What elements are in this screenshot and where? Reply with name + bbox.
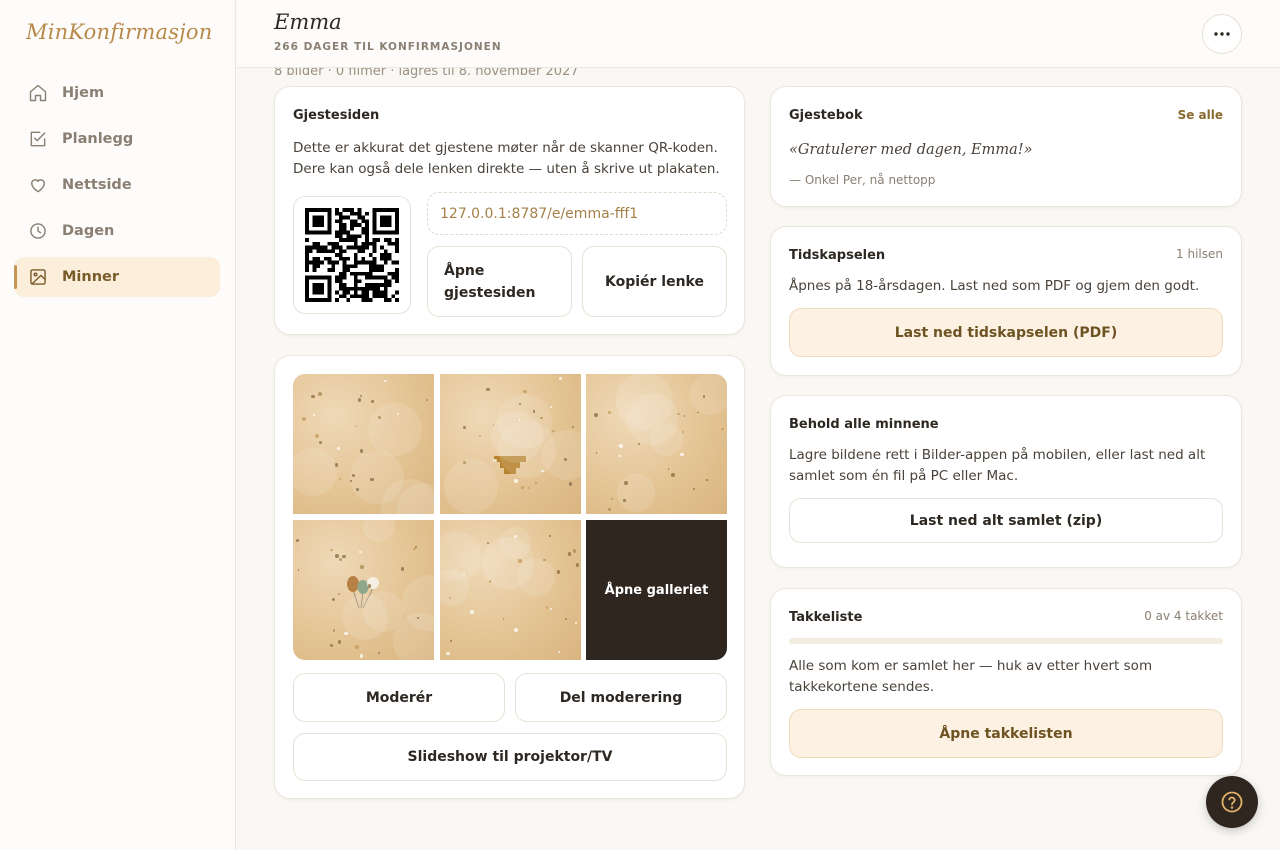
time-capsule-description: Åpnes på 18-årsdagen. Last ned som PDF o… — [789, 278, 1200, 294]
help-button[interactable] — [1206, 776, 1258, 828]
more-horizontal-icon — [1214, 32, 1230, 36]
gallery-thumbnail[interactable] — [293, 374, 434, 514]
gallery-card: Åpne galleriet Moderér Del moderering Sl… — [274, 355, 745, 799]
open-thanks-list-button[interactable]: Åpne takkelisten — [789, 709, 1223, 758]
heart-icon — [31, 179, 45, 193]
download-time-capsule-button[interactable]: Last ned tidskapselen (PDF) — [789, 308, 1223, 357]
download-zip-button[interactable]: Last ned alt samlet (zip) — [789, 498, 1223, 543]
gallery-thumbnail[interactable] — [440, 520, 581, 660]
guestbook-card: Gjestebok Se alle «Gratulerer med dagen,… — [770, 86, 1242, 207]
thanks-count: 0 av 4 takket — [1144, 609, 1223, 623]
thanks-list-card: Takkeliste 0 av 4 takket Alle som kom er… — [770, 588, 1242, 776]
card-title: Tidskapselen — [789, 248, 886, 263]
thanks-list-description: Alle som kom er samlet her — huk av ette… — [789, 658, 1153, 695]
sidebar-item-dagen[interactable]: Dagen — [14, 211, 220, 251]
greeting-count: 1 hilsen — [1176, 247, 1223, 261]
thanks-progress-bar — [789, 638, 1223, 644]
app-logo[interactable]: MinKonfirmasjon — [26, 20, 212, 44]
gallery-thumbnail[interactable] — [293, 520, 434, 660]
guest-page-card: Gjestesiden Dette er akkurat det gjesten… — [274, 86, 745, 335]
qr-code[interactable] — [293, 196, 411, 314]
gallery-thumbnail[interactable] — [586, 374, 727, 514]
qr-code-icon — [305, 208, 399, 302]
open-guest-page-button[interactable]: Åpne gjestesiden — [427, 246, 572, 317]
card-title: Gjestebok — [789, 108, 863, 123]
slideshow-button[interactable]: Slideshow til projektor/TV — [293, 733, 727, 781]
sidebar-item-nettside[interactable]: Nettside — [14, 165, 220, 205]
card-title: Behold alle minnene — [789, 417, 939, 432]
sidebar-item-hjem[interactable]: Hjem — [14, 73, 220, 113]
sidebar: MinKonfirmasjon Hjem Planlegg Nettside D… — [0, 0, 236, 850]
keep-memories-card: Behold alle minnene Lagre bildene rett i… — [770, 395, 1242, 568]
guestbook-quote: «Gratulerer med dagen, Emma!» — [789, 142, 1033, 158]
moderate-button[interactable]: Moderér — [293, 673, 505, 722]
more-options-button[interactable] — [1202, 14, 1242, 54]
help-circle-icon — [1221, 791, 1243, 813]
home-icon — [29, 84, 47, 102]
keep-memories-description: Lagre bildene rett i Bilder-appen på mob… — [789, 447, 1206, 484]
gallery-thumbnail[interactable] — [440, 374, 581, 514]
guest-page-description: Dette er akkurat det gjestene møter når … — [293, 140, 720, 177]
sidebar-item-label: Nettside — [62, 177, 132, 193]
page-header: Emma 266 DAGER TIL KONFIRMASJONEN — [237, 0, 1280, 68]
open-gallery-button[interactable]: Åpne galleriet — [586, 520, 727, 660]
photo-gallery: Åpne galleriet — [293, 374, 727, 661]
sidebar-item-label: Minner — [62, 269, 120, 285]
card-title: Takkeliste — [789, 610, 863, 625]
sidebar-item-label: Dagen — [62, 223, 115, 239]
checklist-icon — [30, 131, 46, 147]
see-all-link[interactable]: Se alle — [1178, 108, 1223, 122]
image-icon — [30, 269, 46, 285]
page-title: Emma — [274, 10, 342, 34]
time-capsule-card: Tidskapselen 1 hilsen Åpnes på 18-årsdag… — [770, 226, 1242, 376]
sidebar-item-label: Hjem — [62, 85, 105, 101]
card-title: Gjestesiden — [293, 108, 380, 123]
sidebar-nav: Hjem Planlegg Nettside Dagen Minner — [14, 73, 220, 303]
clock-icon — [30, 223, 46, 239]
sidebar-item-planlegg[interactable]: Planlegg — [14, 119, 220, 159]
sidebar-item-minner[interactable]: Minner — [14, 257, 220, 297]
copy-link-button[interactable]: Kopiér lenke — [582, 246, 727, 317]
guestbook-author: — Onkel Per, nå nettopp — [789, 173, 936, 187]
guest-page-url[interactable]: 127.0.0.1:8787/e/emma-fff1 — [427, 192, 727, 235]
share-moderation-button[interactable]: Del moderering — [515, 673, 727, 722]
sidebar-item-label: Planlegg — [62, 131, 134, 147]
countdown-label: 266 DAGER TIL KONFIRMASJONEN — [274, 41, 502, 53]
